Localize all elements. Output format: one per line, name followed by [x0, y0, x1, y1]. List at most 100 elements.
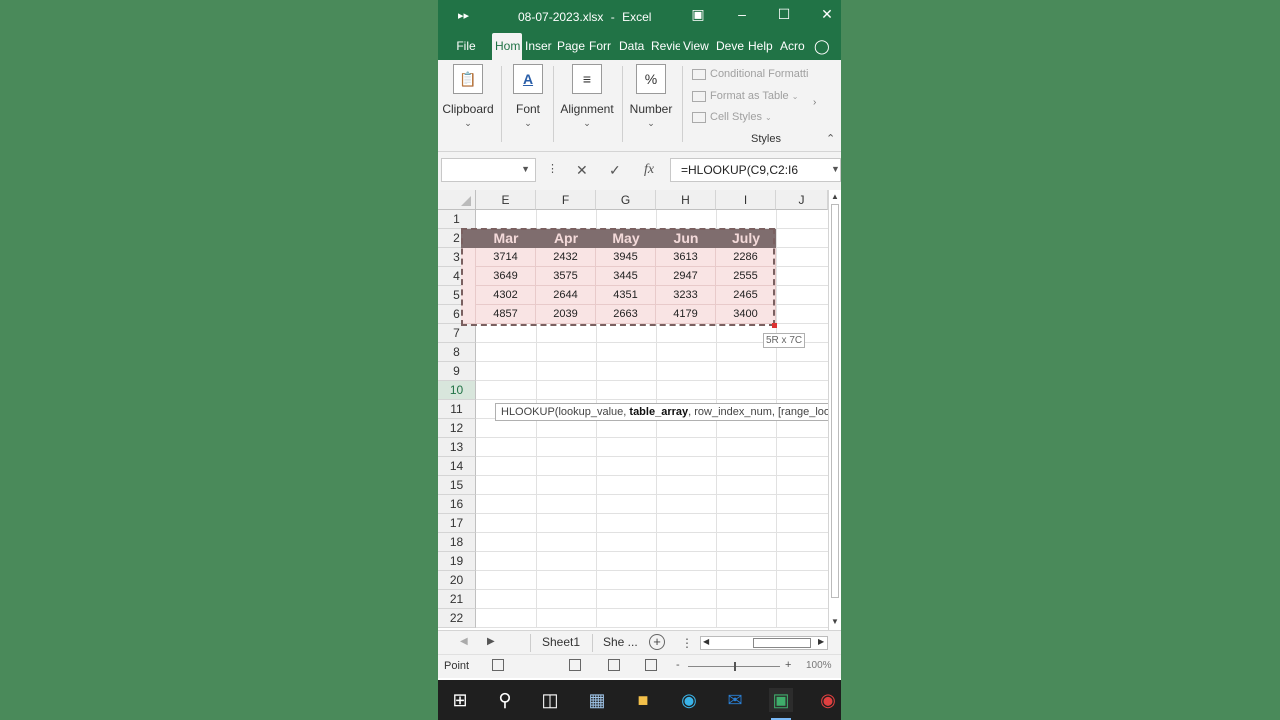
- chevron-right-icon[interactable]: ›: [813, 97, 816, 108]
- font-group[interactable]: A Font ⌄: [508, 64, 548, 146]
- row-header-15[interactable]: 15: [438, 476, 476, 495]
- task-view-icon[interactable]: ◫: [538, 688, 562, 712]
- scroll-right-icon[interactable]: ▶: [818, 637, 824, 646]
- styles-group-label: Styles: [751, 133, 781, 145]
- column-header-g[interactable]: G: [596, 190, 656, 210]
- minimize-icon[interactable]: –: [732, 6, 752, 22]
- enter-check-icon[interactable]: ✓: [609, 162, 621, 179]
- file-explorer-icon[interactable]: ■: [631, 688, 655, 712]
- add-sheet-icon[interactable]: +: [649, 634, 665, 650]
- format-as-table-button[interactable]: Format as Table ⌄: [692, 90, 798, 102]
- scroll-up-icon[interactable]: ▲: [831, 192, 839, 201]
- select-all-corner[interactable]: [438, 190, 476, 210]
- sheet-tab-sheet1[interactable]: Sheet1: [542, 635, 580, 649]
- row-header-13[interactable]: 13: [438, 438, 476, 457]
- function-argument-tooltip[interactable]: HLOOKUP(lookup_value, table_array, row_i…: [495, 403, 841, 421]
- zoom-slider-knob[interactable]: [734, 662, 736, 671]
- search-icon[interactable]: ⚲: [493, 688, 517, 712]
- tab-home[interactable]: Hom: [492, 33, 522, 60]
- close-icon[interactable]: ✕: [817, 6, 837, 23]
- row-header-14[interactable]: 14: [438, 457, 476, 476]
- cell-styles-button[interactable]: Cell Styles ⌄: [692, 111, 772, 123]
- vertical-scrollbar[interactable]: ▲ ▼: [828, 190, 841, 630]
- row-header-19[interactable]: 19: [438, 552, 476, 571]
- column-header-e[interactable]: E: [476, 190, 536, 210]
- scrollbar-thumb[interactable]: [753, 638, 811, 648]
- font-color-icon: A: [513, 64, 543, 94]
- row-header-9[interactable]: 9: [438, 362, 476, 381]
- column-header-j[interactable]: J: [776, 190, 828, 210]
- name-box[interactable]: ▼: [441, 158, 536, 182]
- insert-function-icon[interactable]: fx: [644, 162, 654, 178]
- more-options-icon[interactable]: ⋮: [681, 636, 693, 650]
- page-layout-view-icon[interactable]: [608, 659, 620, 671]
- tab-file[interactable]: File: [440, 33, 492, 60]
- tab-help[interactable]: Help: [745, 33, 777, 60]
- maximize-icon[interactable]: ☐: [774, 6, 794, 23]
- column-header-f[interactable]: F: [536, 190, 596, 210]
- gridline: [476, 608, 828, 609]
- column-header-h[interactable]: H: [656, 190, 716, 210]
- row-header-22[interactable]: 22: [438, 609, 476, 628]
- gridline: [476, 551, 828, 552]
- function-tip-current-arg[interactable]: table_array: [629, 406, 688, 418]
- chevron-down-icon[interactable]: ▼: [521, 164, 530, 174]
- alignment-group[interactable]: ≡ Alignment ⌄: [558, 64, 616, 146]
- quick-access-more-icon[interactable]: ▸▸: [458, 9, 469, 22]
- sheet-tab-more[interactable]: She ...: [603, 635, 638, 649]
- windows-start-icon[interactable]: ⊞: [448, 688, 472, 712]
- edge-browser-icon[interactable]: ◉: [677, 688, 701, 712]
- tab-developer[interactable]: Deve: [713, 33, 745, 60]
- tab-review[interactable]: Revie: [648, 33, 680, 60]
- more-options-icon[interactable]: ⋮: [547, 162, 558, 175]
- scrollbar-thumb[interactable]: [831, 204, 839, 598]
- scroll-left-icon[interactable]: ◀: [703, 637, 709, 646]
- row-header-12[interactable]: 12: [438, 419, 476, 438]
- outlook-icon[interactable]: ✉: [723, 688, 747, 712]
- zoom-level[interactable]: 100%: [806, 660, 832, 671]
- zoom-out-icon[interactable]: -: [676, 659, 680, 671]
- column-header-i[interactable]: I: [716, 190, 776, 210]
- row-header-20[interactable]: 20: [438, 571, 476, 590]
- tab-data[interactable]: Data: [616, 33, 648, 60]
- collapse-ribbon-icon[interactable]: ⌃: [826, 132, 835, 145]
- row-header-18[interactable]: 18: [438, 533, 476, 552]
- ribbon: 📋 Clipboard ⌄ A Font ⌄ ≡ Alignment ⌄ % N…: [438, 60, 841, 152]
- row-header-21[interactable]: 21: [438, 590, 476, 609]
- worksheet-grid[interactable]: E F G H I J 1 2 3 4 5 6 7 8 9 10 11 12 13 14 15 16 17 18 1…: [438, 190, 841, 630]
- prev-sheet-icon[interactable]: ◀: [460, 636, 468, 647]
- tab-acrobat[interactable]: Acro: [777, 33, 808, 60]
- accessibility-icon[interactable]: [492, 659, 504, 671]
- row-header-17[interactable]: 17: [438, 514, 476, 533]
- tab-view[interactable]: View: [680, 33, 713, 60]
- file-name: 08-07-2023.xlsx: [518, 10, 604, 24]
- row-header-16[interactable]: 16: [438, 495, 476, 514]
- next-sheet-icon[interactable]: ▶: [487, 636, 495, 647]
- zoom-in-icon[interactable]: +: [785, 659, 791, 671]
- page-break-view-icon[interactable]: [645, 659, 657, 671]
- formula-input[interactable]: =HLOOKUP(C9,C2:I6: [670, 158, 841, 182]
- cancel-icon[interactable]: ✕: [576, 162, 588, 179]
- row-header-7[interactable]: 7: [438, 324, 476, 343]
- conditional-formatting-button[interactable]: Conditional Formatti: [692, 68, 808, 80]
- row-header-8[interactable]: 8: [438, 343, 476, 362]
- row-header-11[interactable]: 11: [438, 400, 476, 419]
- title-separator: -: [610, 10, 615, 24]
- recorder-icon[interactable]: ◉: [816, 688, 840, 712]
- row-header-10[interactable]: 10: [438, 381, 476, 400]
- scroll-down-icon[interactable]: ▼: [831, 617, 839, 626]
- lightbulb-icon[interactable]: ◯: [814, 33, 830, 60]
- expand-formula-bar-icon[interactable]: ▼: [831, 164, 840, 174]
- excel-taskbar-icon[interactable]: ▣: [769, 688, 793, 720]
- clipboard-group[interactable]: 📋 Clipboard ⌄: [442, 64, 494, 146]
- horizontal-scrollbar[interactable]: ◀ ▶: [700, 636, 828, 650]
- ribbon-display-options-icon[interactable]: ▣: [688, 6, 708, 23]
- row-header-1[interactable]: 1: [438, 210, 476, 229]
- number-group[interactable]: % Number ⌄: [628, 64, 674, 146]
- gridline: [476, 380, 828, 381]
- normal-view-icon[interactable]: [569, 659, 581, 671]
- tab-page-layout[interactable]: Page: [554, 33, 586, 60]
- calculator-icon[interactable]: ▦: [585, 688, 609, 712]
- tab-formulas[interactable]: Forr: [586, 33, 616, 60]
- tab-insert[interactable]: Inser: [522, 33, 554, 60]
